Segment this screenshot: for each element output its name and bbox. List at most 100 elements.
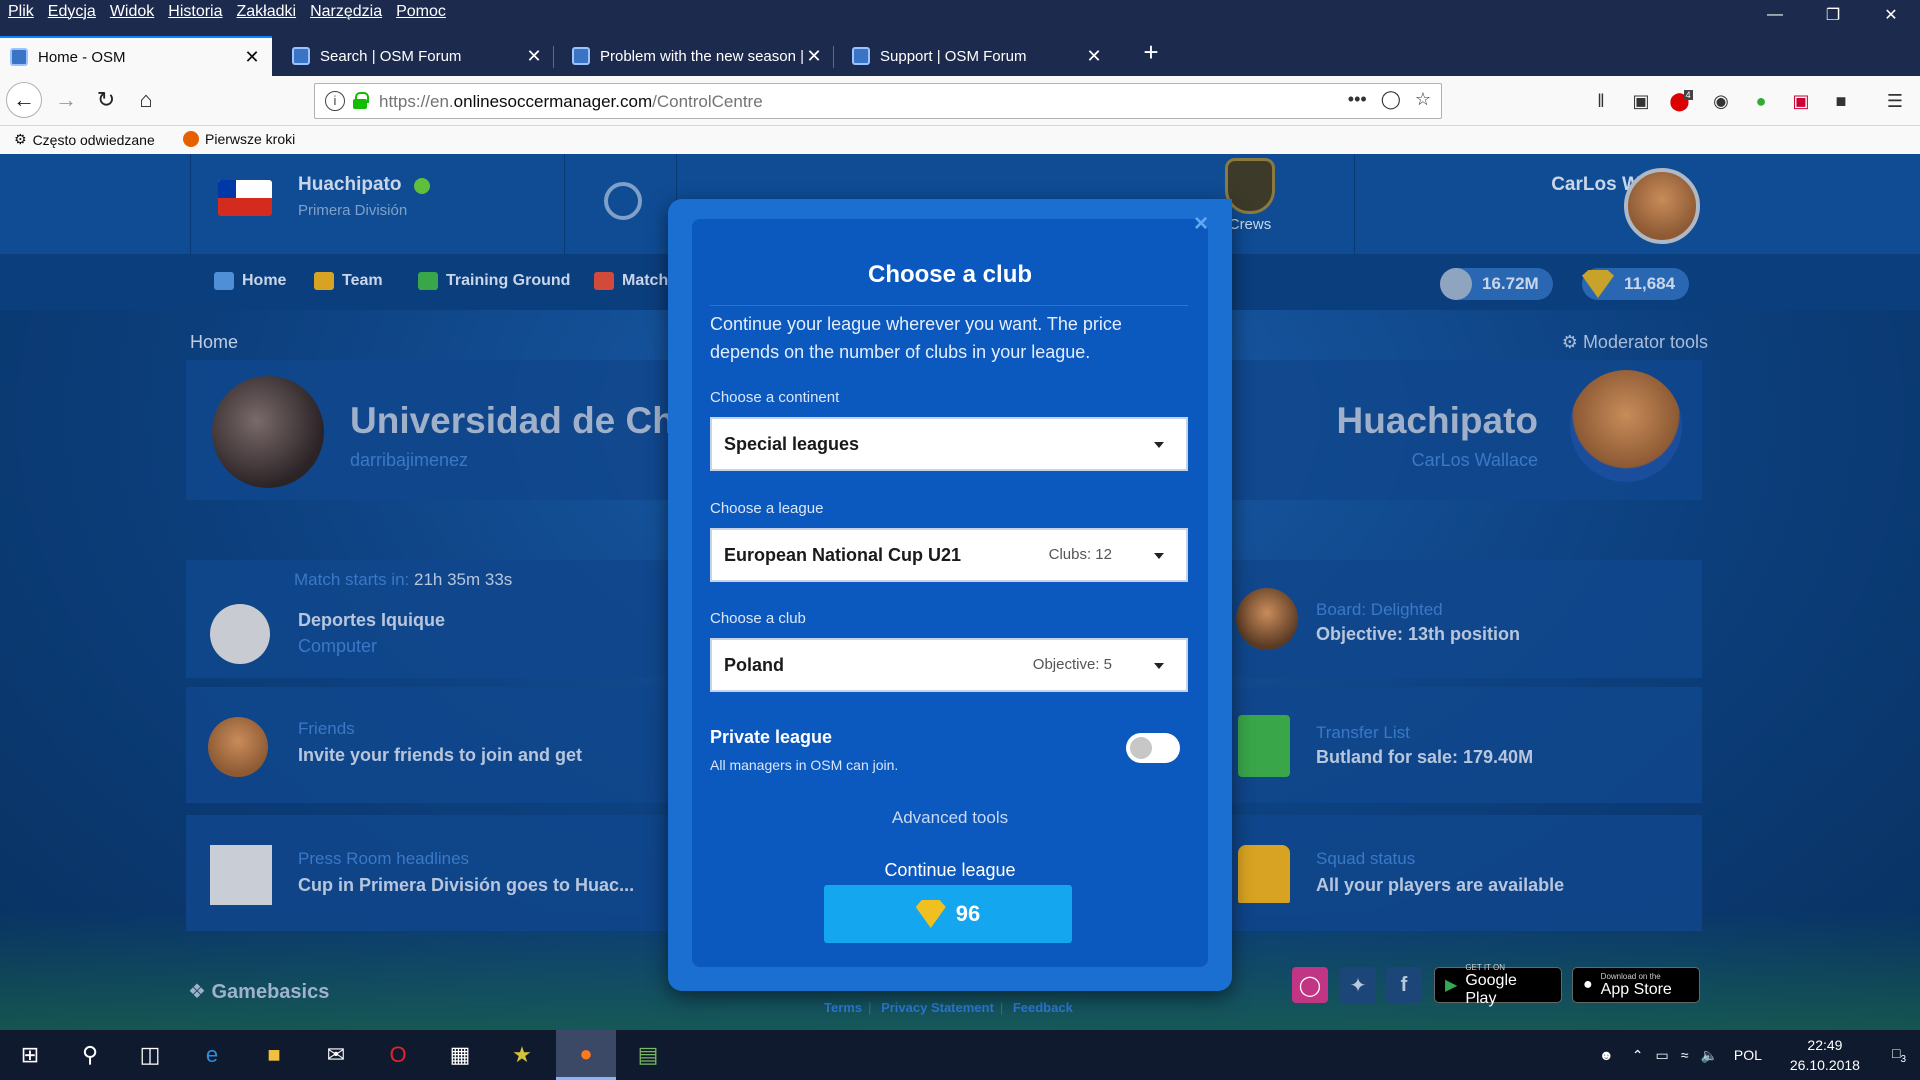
- club-select[interactable]: Poland Objective: 5: [710, 638, 1188, 692]
- menu-help[interactable]: Pomoc: [396, 3, 446, 21]
- extension-mask-icon[interactable]: ■: [1828, 88, 1854, 114]
- menu-tools[interactable]: Narzędzia: [310, 3, 382, 21]
- gamebasics-logo[interactable]: ❖ Gamebasics: [188, 979, 329, 1004]
- close-tab-icon[interactable]: ✕: [524, 46, 544, 67]
- bookmark-most-visited[interactable]: ⚙ Często odwiedzane: [14, 131, 155, 148]
- money-balance[interactable]: 16.72M: [1440, 268, 1553, 300]
- board-card[interactable]: Board: Delighted Objective: 13th positio…: [1232, 560, 1702, 678]
- next-match-card[interactable]: Match starts in: 21h 35m 33s Deportes Iq…: [186, 560, 672, 678]
- tab-search-forum[interactable]: Search | OSM Forum ✕: [282, 36, 554, 76]
- windows-start-icon[interactable]: ⊞: [0, 1030, 60, 1080]
- address-bar[interactable]: i https://en.onlinesoccermanager.com/Con…: [314, 83, 1442, 119]
- task-view-icon[interactable]: ◫: [120, 1030, 180, 1080]
- close-tab-icon[interactable]: ✕: [804, 46, 824, 67]
- privacy-link[interactable]: Privacy Statement: [881, 1000, 994, 1015]
- training-field-icon: [418, 272, 438, 290]
- away-club-name[interactable]: Huachipato: [1337, 400, 1538, 442]
- continent-select[interactable]: Special leagues: [710, 417, 1188, 471]
- tab-home-osm[interactable]: Home - OSM ✕: [0, 36, 272, 76]
- mail-icon[interactable]: ✉: [306, 1030, 366, 1080]
- terms-link[interactable]: Terms: [824, 1000, 862, 1015]
- menu-view[interactable]: Widok: [110, 3, 154, 21]
- feedback-link[interactable]: Feedback: [1013, 1000, 1073, 1015]
- spreadsheet-icon[interactable]: ▤: [618, 1030, 678, 1080]
- search-icon[interactable]: ⚲: [60, 1030, 120, 1080]
- restore-icon[interactable]: ❐: [1804, 0, 1862, 30]
- notifications-icon[interactable]: □3: [1878, 1045, 1920, 1065]
- home-manager-avatar[interactable]: [212, 376, 324, 488]
- chevron-up-icon[interactable]: ⌃: [1626, 1047, 1650, 1064]
- facebook-icon[interactable]: f: [1386, 967, 1422, 1003]
- manager-avatar[interactable]: [1624, 168, 1700, 244]
- people-icon[interactable]: ☻: [1587, 1047, 1626, 1063]
- minimize-icon[interactable]: —: [1746, 0, 1804, 30]
- store-icon[interactable]: ▦: [430, 1030, 490, 1080]
- squad-status-card[interactable]: Squad status All your players are availa…: [1232, 815, 1702, 931]
- opera-icon[interactable]: O: [368, 1030, 428, 1080]
- nav-home[interactable]: Home: [214, 272, 286, 290]
- bookmark-getting-started[interactable]: Pierwsze kroki: [183, 131, 295, 147]
- new-tab-button[interactable]: +: [1134, 36, 1168, 70]
- menu-history[interactable]: Historia: [168, 3, 222, 21]
- app-icon[interactable]: ★: [492, 1030, 552, 1080]
- league-select[interactable]: European National Cup U21 Clubs: 12: [710, 528, 1188, 582]
- home-manager-name[interactable]: darribajimenez: [350, 450, 468, 471]
- site-info-icon[interactable]: i: [325, 91, 345, 111]
- menu-file[interactable]: Plik: [8, 3, 34, 21]
- match-countdown-label: Match starts in:: [294, 570, 410, 589]
- adblock-icon[interactable]: ⬤ 4: [1668, 88, 1694, 114]
- google-play-button[interactable]: ▶ GET IT ON Google Play: [1434, 963, 1562, 1007]
- home-club-name[interactable]: Universidad de Chi: [350, 400, 685, 442]
- nav-training[interactable]: Training Ground: [418, 272, 570, 290]
- language-indicator[interactable]: POL: [1724, 1047, 1772, 1063]
- extension-icon[interactable]: ◉: [1708, 88, 1734, 114]
- edge-icon[interactable]: e: [182, 1030, 242, 1080]
- battery-icon[interactable]: ▭: [1650, 1047, 1675, 1064]
- app-store-button[interactable]: ● Download on the App Store: [1572, 967, 1700, 1003]
- reload-button[interactable]: ↻: [88, 82, 124, 118]
- extension-calendar-icon[interactable]: ▣: [1788, 88, 1814, 114]
- forward-button[interactable]: →: [48, 82, 84, 118]
- page-actions-icon[interactable]: •••: [1348, 89, 1367, 110]
- hamburger-menu-icon[interactable]: ☰: [1882, 88, 1908, 114]
- nav-team[interactable]: Team: [314, 272, 383, 290]
- library-icon[interactable]: ‖: [1588, 88, 1614, 114]
- away-manager-avatar[interactable]: [1570, 370, 1682, 482]
- moderator-tools-link[interactable]: ⚙ Moderator tools: [1562, 332, 1708, 353]
- bookmark-star-icon[interactable]: ☆: [1415, 89, 1431, 110]
- wifi-icon[interactable]: ≈: [1675, 1047, 1695, 1063]
- press-title: Press Room headlines: [298, 849, 470, 868]
- boss-coins-balance[interactable]: 11,684: [1582, 268, 1690, 300]
- friends-card[interactable]: Friends Invite your friends to join and …: [186, 687, 672, 803]
- friends-text: Invite your friends to join and get: [298, 745, 583, 765]
- transfer-title: Transfer List: [1316, 723, 1410, 742]
- advanced-tools-link[interactable]: Advanced tools: [668, 808, 1232, 828]
- menu-edit[interactable]: Edycja: [48, 3, 96, 21]
- nav-match[interactable]: Match: [594, 272, 668, 290]
- away-manager-name[interactable]: CarLos Wallace: [1412, 450, 1538, 471]
- clock[interactable]: 22:49 26.10.2018: [1772, 1035, 1878, 1075]
- private-league-toggle[interactable]: [1126, 733, 1180, 763]
- stopwatch-icon[interactable]: [604, 182, 642, 220]
- close-window-icon[interactable]: ✕: [1862, 0, 1920, 30]
- bookmarks-bar: ⚙ Często odwiedzane Pierwsze kroki: [0, 126, 1920, 154]
- close-tab-icon[interactable]: ✕: [242, 47, 262, 68]
- tab-problem-season[interactable]: Problem with the new season | ✕: [562, 36, 834, 76]
- transfer-list-card[interactable]: Transfer List Butland for sale: 179.40M: [1232, 687, 1702, 803]
- volume-icon[interactable]: 🔈: [1694, 1047, 1723, 1064]
- instagram-icon[interactable]: ◯: [1292, 967, 1328, 1003]
- continue-league-button[interactable]: 96: [824, 885, 1072, 943]
- tab-support-forum[interactable]: Support | OSM Forum ✕: [842, 36, 1114, 76]
- firefox-taskbar-icon[interactable]: ●: [556, 1030, 616, 1080]
- back-button[interactable]: ←: [6, 82, 42, 118]
- close-modal-icon[interactable]: ×: [1194, 210, 1208, 238]
- home-button[interactable]: ⌂: [128, 82, 164, 118]
- twitter-icon[interactable]: ✦: [1340, 967, 1376, 1003]
- sidebar-icon[interactable]: ▣: [1628, 88, 1654, 114]
- press-room-card[interactable]: Press Room headlines Cup in Primera Divi…: [186, 815, 672, 931]
- close-tab-icon[interactable]: ✕: [1084, 46, 1104, 67]
- pocket-icon[interactable]: ◯: [1381, 89, 1401, 110]
- file-explorer-icon[interactable]: ■: [244, 1030, 304, 1080]
- extension-alert-icon[interactable]: ●: [1748, 88, 1774, 114]
- menu-bookmarks[interactable]: Zakładki: [237, 3, 297, 21]
